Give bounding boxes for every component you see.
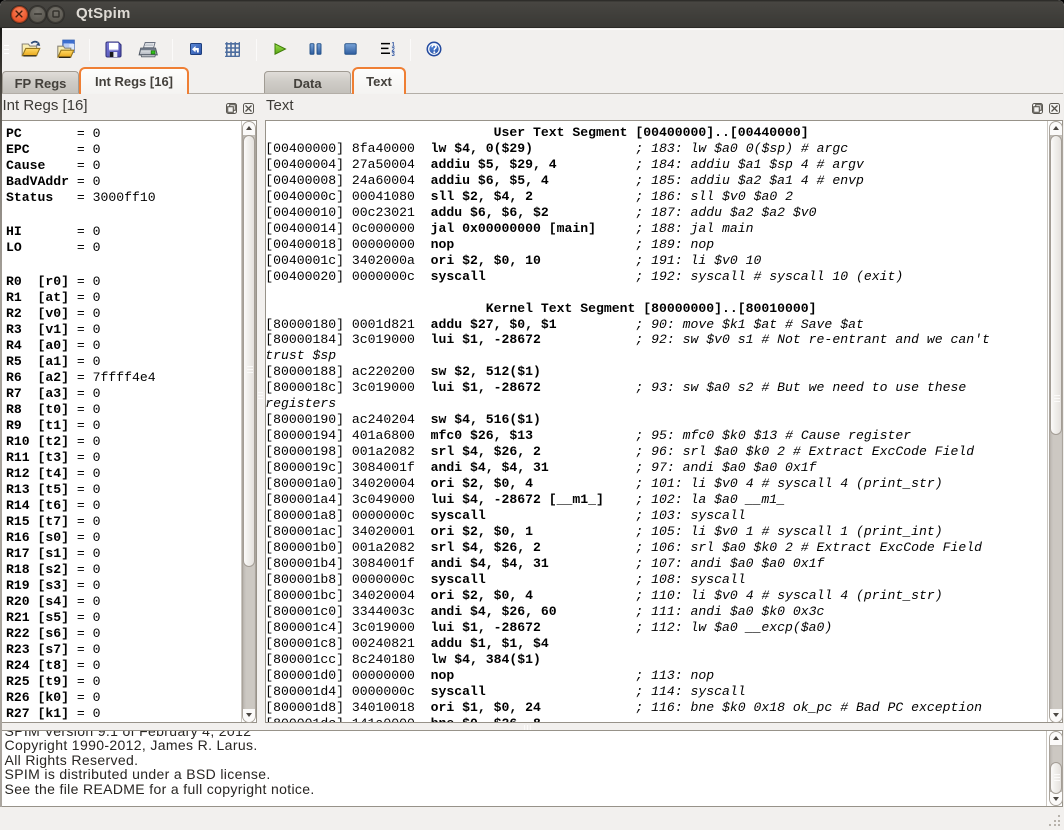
svg-text:3: 3 — [392, 52, 396, 58]
